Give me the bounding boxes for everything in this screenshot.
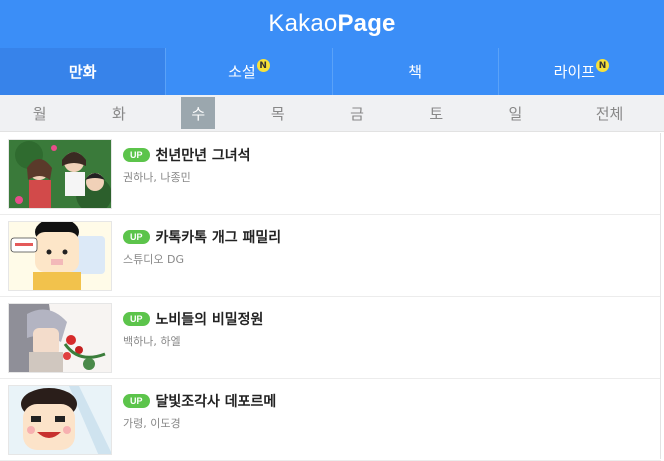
- title-row: UP 노비들의 비밀정원: [123, 309, 263, 329]
- item-author: 백하나, 하엘: [123, 335, 181, 348]
- list-item[interactable]: UP 노비들의 비밀정원 백하나, 하엘: [0, 297, 661, 379]
- day-fri[interactable]: 금: [317, 97, 396, 129]
- tab-books[interactable]: 책: [333, 48, 499, 95]
- tab-label: 만화: [68, 63, 97, 81]
- list-item[interactable]: UP 달빛조각사 데포르메 가령, 이도경: [0, 379, 661, 461]
- list-item[interactable]: UP 천년만년 그녀석 권하나, 나종민: [0, 133, 661, 215]
- item-author: 권하나, 나종민: [123, 171, 191, 184]
- tab-label: 소설: [228, 63, 256, 81]
- weekday-selector: 월 화 수 목 금 토 일 전체: [0, 95, 664, 132]
- item-author: 스튜디오 DG: [123, 253, 184, 266]
- up-badge: UP: [123, 394, 150, 408]
- cover-thumbnail[interactable]: [8, 139, 112, 209]
- tab-label: 라이프: [553, 63, 596, 81]
- cover-thumbnail[interactable]: [8, 303, 112, 373]
- item-title[interactable]: 카톡카톡 개그 패밀리: [156, 227, 282, 247]
- day-mon[interactable]: 월: [0, 97, 79, 129]
- comic-list: UP 천년만년 그녀석 권하나, 나종민 UP 카톡카톡 개그 패밀리 스튜디오…: [0, 133, 661, 461]
- up-badge: UP: [123, 230, 150, 244]
- logo-text-bold: Page: [337, 10, 396, 37]
- new-badge: N: [596, 59, 610, 72]
- tab-life[interactable]: 라이프 N: [499, 48, 664, 95]
- day-wed[interactable]: 수: [181, 97, 216, 129]
- category-tabs: 만화 소설 N 책 라이프 N: [0, 48, 664, 95]
- title-row: UP 달빛조각사 데포르메: [123, 391, 276, 411]
- item-title[interactable]: 노비들의 비밀정원: [156, 309, 264, 329]
- cover-thumbnail[interactable]: [8, 221, 112, 291]
- list-item[interactable]: UP 카톡카톡 개그 패밀리 스튜디오 DG: [0, 215, 661, 297]
- tab-label: 책: [408, 63, 423, 81]
- day-all[interactable]: 전체: [555, 97, 664, 129]
- day-thu[interactable]: 목: [238, 97, 317, 129]
- item-title[interactable]: 달빛조각사 데포르메: [156, 391, 277, 411]
- logo-text-light: Kakao: [268, 10, 338, 37]
- cover-thumbnail[interactable]: [8, 385, 112, 455]
- tab-novels[interactable]: 소설 N: [166, 48, 333, 95]
- app-header: Kakao Page: [0, 0, 664, 48]
- scrollbar[interactable]: [660, 133, 664, 459]
- day-tue[interactable]: 화: [79, 97, 158, 129]
- item-author: 가령, 이도경: [123, 417, 181, 430]
- up-badge: UP: [123, 148, 150, 162]
- item-title[interactable]: 천년만년 그녀석: [156, 145, 251, 165]
- day-sat[interactable]: 토: [397, 97, 476, 129]
- day-sun[interactable]: 일: [476, 97, 555, 129]
- up-badge: UP: [123, 312, 150, 326]
- new-badge: N: [256, 59, 270, 72]
- title-row: UP 카톡카톡 개그 패밀리: [123, 227, 281, 247]
- title-row: UP 천년만년 그녀석: [123, 145, 251, 165]
- tab-comics[interactable]: 만화: [0, 48, 167, 95]
